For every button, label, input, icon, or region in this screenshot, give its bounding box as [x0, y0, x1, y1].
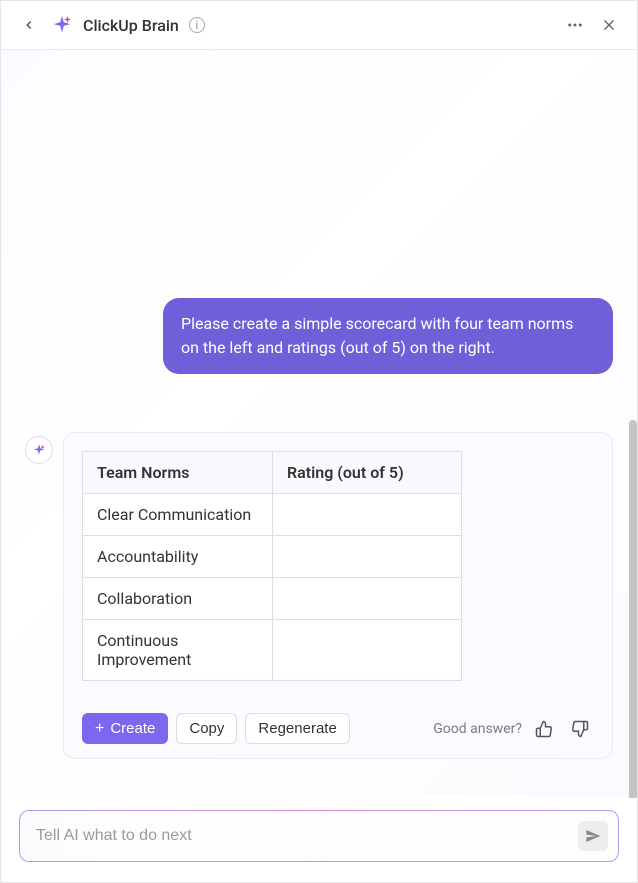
ai-response-card: Team Norms Rating (out of 5) Clear Commu… — [63, 432, 613, 759]
user-message-bubble: Please create a simple scorecard with fo… — [163, 298, 613, 374]
table-cell-rating — [273, 536, 462, 578]
sparkle-icon — [32, 443, 46, 457]
good-answer-label: Good answer? — [433, 721, 522, 737]
table-header-row: Team Norms Rating (out of 5) — [83, 452, 462, 494]
table-cell-norm: Accountability — [83, 536, 273, 578]
ai-prompt-input[interactable] — [36, 827, 568, 845]
info-icon[interactable]: i — [189, 17, 205, 33]
back-button[interactable] — [17, 13, 41, 37]
thumbs-down-button[interactable] — [566, 715, 594, 743]
app-title: ClickUp Brain — [83, 16, 179, 35]
chat-body: Please create a simple scorecard with fo… — [1, 50, 637, 798]
table-row: Clear Communication — [83, 494, 462, 536]
ai-response-row: Team Norms Rating (out of 5) Clear Commu… — [25, 432, 613, 759]
input-area — [1, 798, 637, 882]
scroll-spacer — [25, 70, 613, 280]
header-bar: ClickUp Brain i — [1, 1, 637, 50]
copy-label: Copy — [189, 720, 224, 737]
table-cell-norm: Collaboration — [83, 578, 273, 620]
app-window: ClickUp Brain i Please create a simple s… — [0, 0, 638, 883]
close-button[interactable] — [597, 13, 621, 37]
create-button[interactable]: + Create — [82, 713, 168, 744]
scorecard-table: Team Norms Rating (out of 5) Clear Commu… — [82, 451, 462, 681]
regenerate-label: Regenerate — [258, 720, 336, 737]
thumbs-down-icon — [571, 720, 589, 738]
table-cell-rating — [273, 620, 462, 681]
more-horizontal-icon — [566, 16, 584, 34]
regenerate-button[interactable]: Regenerate — [245, 713, 349, 744]
thumbs-up-icon — [535, 720, 553, 738]
create-label: Create — [110, 720, 155, 737]
table-header-norms: Team Norms — [83, 452, 273, 494]
scrollbar[interactable] — [629, 420, 637, 798]
ai-avatar — [25, 436, 53, 464]
table-cell-norm: Clear Communication — [83, 494, 273, 536]
send-icon — [585, 828, 601, 844]
thumbs-up-button[interactable] — [530, 715, 558, 743]
send-button[interactable] — [578, 821, 608, 851]
copy-button[interactable]: Copy — [176, 713, 237, 744]
plus-icon: + — [95, 721, 104, 737]
table-row: Collaboration — [83, 578, 462, 620]
sparkle-logo-icon — [51, 14, 73, 36]
table-row: Continuous Improvement — [83, 620, 462, 681]
ai-actions-row: + Create Copy Regenerate Good answer? — [82, 713, 594, 744]
table-cell-norm: Continuous Improvement — [83, 620, 273, 681]
close-icon — [600, 16, 618, 34]
chevron-left-icon — [22, 18, 36, 32]
table-cell-rating — [273, 494, 462, 536]
more-button[interactable] — [563, 13, 587, 37]
table-cell-rating — [273, 578, 462, 620]
table-header-rating: Rating (out of 5) — [273, 452, 462, 494]
input-wrapper — [19, 810, 619, 862]
table-row: Accountability — [83, 536, 462, 578]
